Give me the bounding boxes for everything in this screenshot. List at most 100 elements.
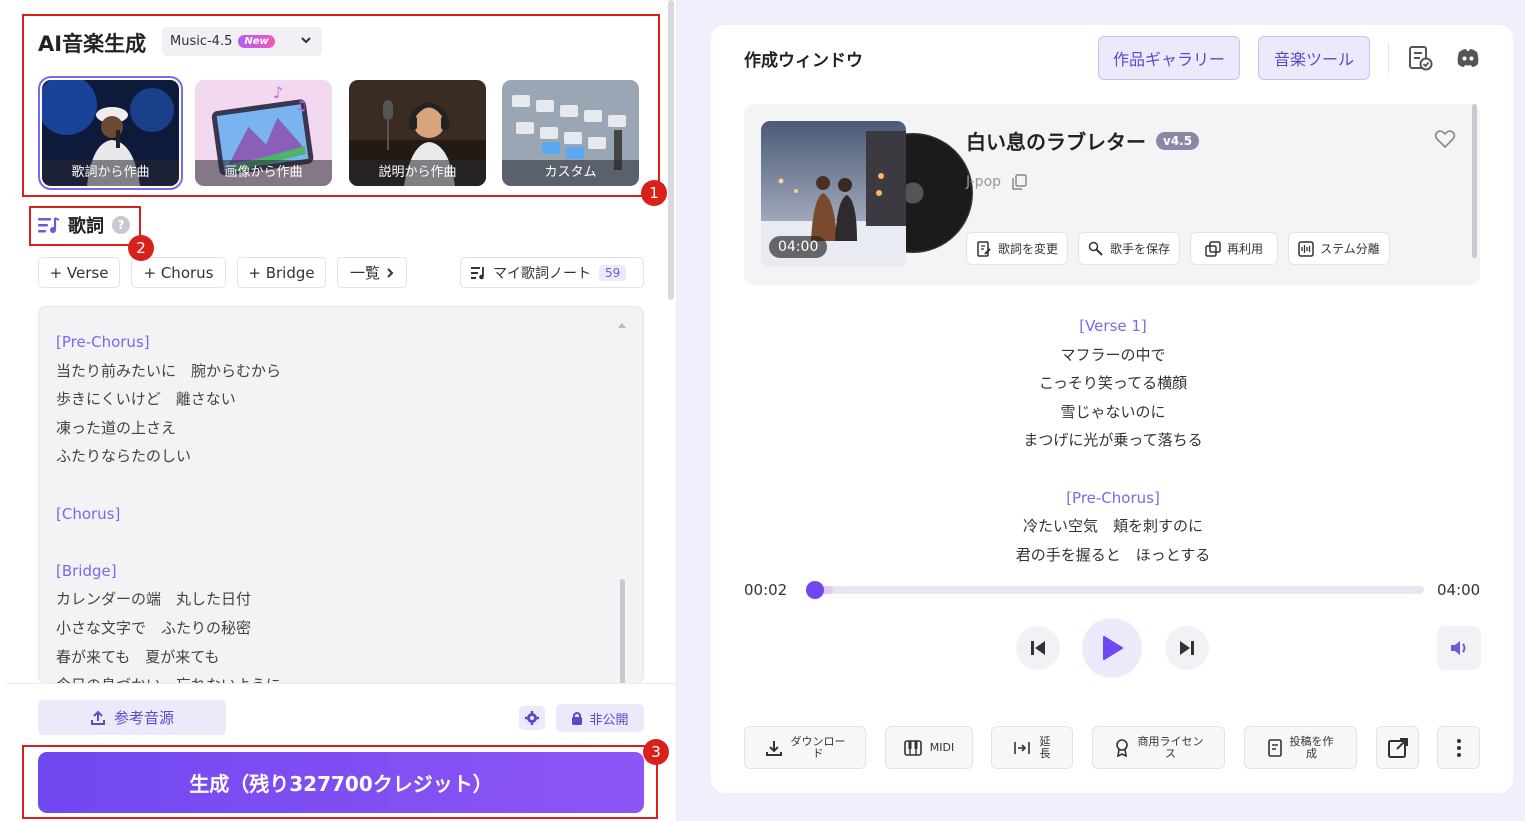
reuse-button[interactable]: 再利用: [1190, 232, 1278, 265]
scroll-up-arrow[interactable]: [618, 323, 626, 328]
progress-bar[interactable]: [806, 581, 1424, 599]
extend-label: 延長: [1039, 734, 1051, 760]
external-link-icon: [1387, 737, 1408, 758]
stem-separation-label: ステム分離: [1320, 242, 1380, 256]
download-label: ダウンロード: [790, 734, 846, 760]
extend-button[interactable]: 延長: [991, 726, 1073, 769]
song-genre: J-pop: [966, 174, 1027, 190]
heart-icon[interactable]: [1434, 128, 1456, 150]
visibility-label: 非公開: [589, 712, 629, 728]
reuse-label: 再利用: [1226, 242, 1263, 256]
discord-icon[interactable]: [1455, 45, 1481, 71]
lyrics-line: 君の手を握ると ほっとする: [1015, 545, 1211, 564]
annotation-marker-3: 3: [643, 739, 669, 765]
lyrics-line: まつげに光が乗って落ちる: [1023, 431, 1203, 450]
annotation-box-3: [22, 745, 658, 819]
extend-icon: [1013, 741, 1030, 754]
skip-previous-icon: [1031, 641, 1045, 655]
note-list-icon: [471, 266, 484, 279]
annotation-marker-1: 1: [641, 180, 667, 206]
more-vertical-icon: [1456, 738, 1461, 757]
music-tools-button[interactable]: 音楽ツール: [1258, 36, 1370, 80]
play-button[interactable]: [1082, 618, 1142, 678]
duration-badge: 04:00: [769, 236, 828, 258]
create-post-button[interactable]: 投稿を作成: [1244, 726, 1357, 769]
lyrics-line: 雪じゃないのに: [1060, 402, 1166, 421]
share-button[interactable]: [1376, 726, 1419, 769]
cover-image: 04:00: [761, 121, 906, 267]
reference-audio-label: 参考音源: [113, 709, 174, 727]
reference-audio-button[interactable]: 参考音源: [38, 700, 226, 735]
lyrics-section-tag: [Verse 1]: [1079, 317, 1147, 335]
lyrics-section-tag: [Chorus]: [56, 504, 121, 523]
note-count-badge: 59: [599, 264, 627, 281]
my-lyrics-note-label: マイ歌詞ノート: [493, 265, 591, 282]
song-cover[interactable]: 04:00: [761, 121, 973, 267]
song-title: 白い息のラブレター v4.5: [966, 126, 1200, 155]
genre-text: J-pop: [966, 174, 1002, 190]
lyrics-scrollbar[interactable]: [620, 579, 625, 683]
song-area-scrollbar[interactable]: [1472, 104, 1477, 258]
lyrics-line: マフラーの中で: [1060, 345, 1166, 364]
waveform-icon: [1298, 240, 1314, 257]
left-panel-scrollbar[interactable]: [668, 0, 674, 300]
lyrics-section-tag: [Pre-Chorus]: [1066, 488, 1160, 507]
lyrics-line: ふたりならたのしい: [56, 447, 192, 466]
list-button[interactable]: 一覧: [337, 257, 407, 288]
lyrics-line: こっそり笑ってる横顔: [1038, 374, 1188, 393]
piano-icon: [903, 739, 922, 756]
copy-icon[interactable]: [1011, 174, 1027, 190]
toolbar-separator: [1388, 43, 1389, 73]
lyrics-text: [Pre-Chorus] 当たり前みたいに 腕からむから 歩きにくいけど 離さない凍…: [56, 328, 282, 683]
save-singer-button[interactable]: 歌手を保存: [1078, 232, 1180, 265]
skip-next-icon: [1180, 641, 1194, 655]
lyrics-line: [56, 471, 281, 500]
add-bridge-button[interactable]: + Bridge: [237, 257, 326, 288]
next-button[interactable]: [1165, 626, 1209, 670]
lyrics-line: [913, 455, 1313, 484]
chevron-right-icon: [387, 267, 394, 278]
commercial-license-label: 商用ライセンス: [1137, 734, 1204, 760]
edit-lyrics-button[interactable]: 歌詞を変更: [966, 232, 1068, 265]
volume-button[interactable]: [1437, 626, 1481, 670]
annotation-marker-2: 2: [128, 235, 154, 261]
lyrics-line: 当たり前みたいに 腕からむから: [56, 361, 282, 380]
current-time: 00:02: [744, 581, 788, 599]
lyrics-textarea[interactable]: [Pre-Chorus] 当たり前みたいに 腕からむから 歩きにくいけど 離さない凍…: [38, 306, 644, 684]
settings-button[interactable]: [519, 706, 545, 730]
upload-icon: [90, 710, 105, 725]
visibility-toggle[interactable]: 非公開: [556, 704, 644, 732]
gallery-button[interactable]: 作品ギャラリー: [1098, 36, 1240, 80]
stem-separation-button[interactable]: ステム分離: [1288, 232, 1390, 265]
post-icon: [1267, 738, 1282, 757]
midi-button[interactable]: MIDI: [885, 726, 973, 769]
lyrics-section-tag: [Pre-Chorus]: [56, 333, 150, 351]
add-chorus-button[interactable]: + Chorus: [131, 257, 226, 288]
my-lyrics-note-button[interactable]: マイ歌詞ノート 59: [460, 257, 644, 288]
lyrics-line: 歩きにくいけど 離さない: [56, 390, 236, 409]
download-icon: [765, 740, 782, 756]
lyrics-line: 冷たい空気 頬を刺すのに: [1022, 517, 1203, 536]
song-title-text: 白い息のラブレター: [966, 130, 1146, 154]
award-icon: [1115, 738, 1128, 757]
annotation-box-1: [22, 14, 660, 197]
commercial-license-button[interactable]: 商用ライセンス: [1092, 726, 1225, 769]
reuse-icon: [1205, 240, 1221, 257]
gear-icon: [525, 711, 539, 725]
window-title: 作成ウィンドウ: [744, 51, 863, 71]
volume-icon: [1451, 641, 1466, 655]
lyrics-line: カレンダーの端 丸した日付: [56, 590, 252, 609]
edit-document-icon: [977, 240, 991, 257]
list-button-label: 一覧: [349, 264, 380, 282]
lock-icon: [572, 712, 583, 725]
version-badge: v4.5: [1156, 131, 1200, 150]
previous-button[interactable]: [1016, 626, 1060, 670]
microphone-icon: [1088, 241, 1103, 256]
task-list-icon[interactable]: [1407, 45, 1433, 71]
lyrics-line: 春が来ても 夏が来ても: [56, 647, 220, 666]
more-options-button[interactable]: [1437, 726, 1480, 769]
add-verse-button[interactable]: + Verse: [38, 257, 120, 288]
total-time: 04:00: [1437, 581, 1481, 599]
lyrics-line: 小さな文字で ふたりの秘密: [56, 618, 252, 637]
download-button[interactable]: ダウンロード: [744, 726, 866, 769]
